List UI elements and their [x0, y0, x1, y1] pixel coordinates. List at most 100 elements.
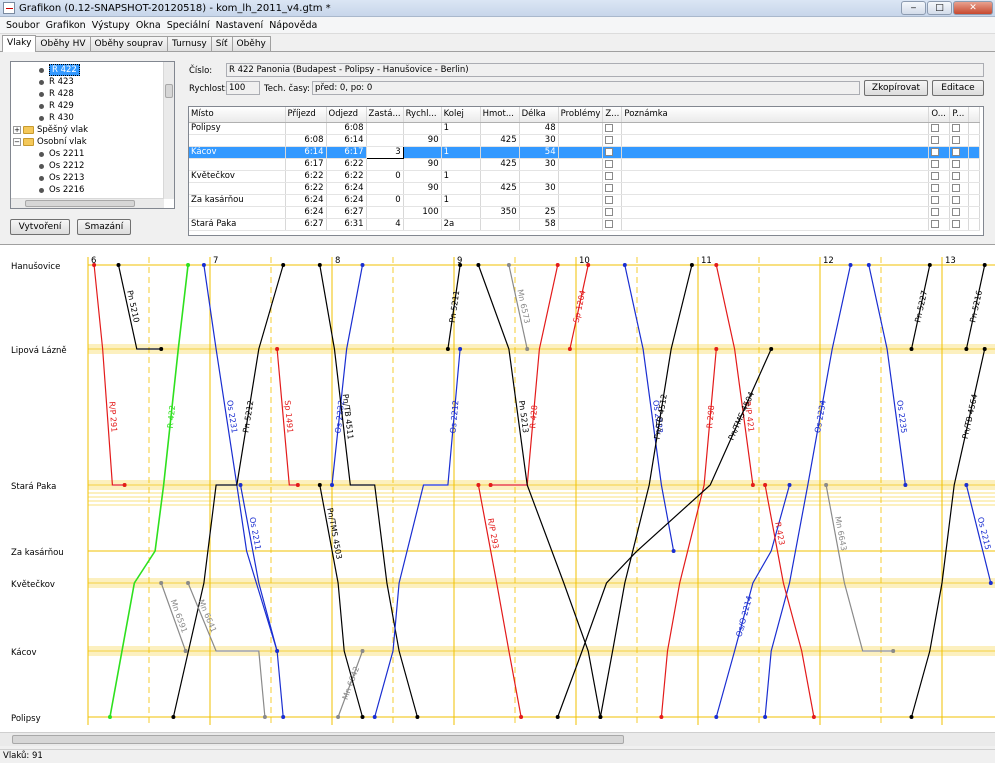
table-row[interactable]: 6:22 6:24 90 425 30 — [189, 182, 981, 195]
minimize-button[interactable]: ‒ — [901, 1, 926, 15]
table-cell[interactable]: 30 — [519, 182, 559, 195]
column-header[interactable]: Příjezd — [285, 107, 327, 123]
train-path[interactable] — [117, 264, 162, 350]
table-cell[interactable] — [480, 218, 520, 231]
table-cell[interactable] — [366, 134, 404, 147]
menu-specialni[interactable]: Speciální — [164, 20, 213, 31]
checkbox[interactable] — [605, 147, 614, 156]
table-cell[interactable] — [558, 218, 604, 231]
table-cell[interactable]: 48 — [519, 122, 559, 135]
table-cell[interactable] — [949, 206, 970, 219]
table-cell[interactable] — [558, 182, 604, 195]
table-cell[interactable] — [621, 158, 930, 171]
train-path[interactable] — [331, 264, 364, 486]
table-cell[interactable]: 1 — [441, 170, 481, 183]
table-cell[interactable] — [621, 194, 930, 207]
checkbox[interactable] — [605, 207, 614, 216]
checkbox[interactable] — [931, 207, 940, 216]
table-cell[interactable]: 425 — [480, 134, 520, 147]
table-cell[interactable] — [403, 194, 442, 207]
table-cell[interactable] — [949, 122, 970, 135]
menu-okna[interactable]: Okna — [133, 20, 164, 31]
table-cell[interactable] — [602, 134, 623, 147]
table-cell[interactable] — [621, 146, 930, 159]
table-cell[interactable] — [558, 170, 604, 183]
table-cell[interactable]: 6:22 — [285, 182, 327, 195]
train-path[interactable] — [868, 264, 906, 486]
table-cell[interactable]: 30 — [519, 158, 559, 171]
table-cell[interactable] — [189, 158, 286, 171]
table-cell[interactable] — [189, 134, 286, 147]
train-path[interactable] — [660, 348, 717, 718]
table-cell[interactable] — [928, 170, 951, 183]
table-row[interactable]: Kácov 6:14 6:17 3 1 54 — [189, 145, 981, 159]
table-cell[interactable] — [189, 206, 286, 219]
checkbox[interactable] — [605, 123, 614, 132]
tab-obehy-souprav[interactable]: Oběhy souprav — [89, 36, 168, 51]
table-cell[interactable]: 0 — [366, 194, 404, 207]
table-cell[interactable]: 90 — [403, 134, 442, 147]
table-cell[interactable]: Stará Paka — [189, 218, 286, 231]
checkbox[interactable] — [605, 159, 614, 168]
checkbox[interactable] — [952, 219, 961, 228]
table-row[interactable]: Květečkov 6:22 6:22 0 1 — [189, 170, 981, 183]
checkbox[interactable] — [931, 159, 940, 168]
table-cell[interactable] — [602, 182, 623, 195]
table-cell[interactable]: 6:22 — [326, 170, 367, 183]
table-cell[interactable]: 3 — [365, 145, 404, 159]
menu-vystupy[interactable]: Výstupy — [89, 20, 133, 31]
table-cell[interactable]: 0 — [366, 170, 404, 183]
tab-obehy-hv[interactable]: Oběhy HV — [35, 36, 91, 51]
tree-item[interactable]: Os 2212 — [39, 160, 84, 172]
table-cell[interactable] — [558, 158, 604, 171]
tab-sit[interactable]: Síť — [210, 36, 233, 51]
table-cell[interactable] — [480, 122, 520, 135]
table-cell[interactable] — [480, 146, 520, 159]
table-cell[interactable]: 6:08 — [285, 134, 327, 147]
table-cell[interactable]: 6:24 — [326, 194, 367, 207]
table-cell[interactable] — [949, 134, 970, 147]
table-cell[interactable] — [949, 182, 970, 195]
checkbox[interactable] — [605, 219, 614, 228]
column-header[interactable]: Odjezd — [326, 107, 367, 123]
tree-item[interactable]: R 430 — [39, 112, 74, 124]
table-cell[interactable]: Kácov — [189, 146, 286, 159]
checkbox[interactable] — [931, 219, 940, 228]
column-header[interactable]: P... — [949, 107, 970, 123]
table-cell[interactable]: 58 — [519, 218, 559, 231]
table-cell[interactable] — [403, 146, 442, 159]
table-cell[interactable]: 1 — [441, 194, 481, 207]
table-cell[interactable]: 2a — [441, 218, 481, 231]
table-row[interactable]: Za kasárňou 6:24 6:24 0 1 — [189, 194, 981, 207]
table-cell[interactable] — [558, 134, 604, 147]
table-cell[interactable] — [602, 218, 623, 231]
column-header[interactable]: Z... — [602, 107, 623, 123]
table-cell[interactable] — [928, 206, 951, 219]
table-cell[interactable] — [403, 170, 442, 183]
create-button[interactable]: Vytvoření — [10, 219, 70, 235]
table-cell[interactable] — [519, 170, 559, 183]
table-cell[interactable] — [441, 206, 481, 219]
table-cell[interactable] — [403, 122, 442, 135]
table-cell[interactable]: 6:27 — [285, 218, 327, 231]
table-cell[interactable] — [558, 194, 604, 207]
checkbox[interactable] — [605, 135, 614, 144]
maximize-button[interactable]: □ — [927, 1, 952, 15]
checkbox[interactable] — [931, 147, 940, 156]
table-cell[interactable]: 425 — [480, 158, 520, 171]
table-cell[interactable] — [441, 158, 481, 171]
table-cell[interactable]: Za kasárňou — [189, 194, 286, 207]
graph-horizontal-scrollbar[interactable] — [0, 732, 995, 746]
table-cell[interactable]: 54 — [519, 146, 559, 159]
table-row[interactable]: 6:08 6:14 90 425 30 — [189, 134, 981, 147]
train-tree[interactable]: R 422 R 423 R 428 R 429 R 430 + Spěšný vl… — [10, 61, 175, 209]
table-cell[interactable] — [928, 158, 951, 171]
train-graph[interactable]: Hanušovice Lipová Lázně Stará Paka Za kasár… — [0, 244, 995, 739]
table-cell[interactable] — [441, 134, 481, 147]
checkbox[interactable] — [952, 135, 961, 144]
table-cell[interactable] — [602, 146, 623, 159]
column-header[interactable]: Poznámka — [621, 107, 930, 123]
table-cell[interactable]: 100 — [403, 206, 442, 219]
checkbox[interactable] — [931, 183, 940, 192]
tab-vlaky[interactable]: Vlaky — [2, 35, 37, 52]
